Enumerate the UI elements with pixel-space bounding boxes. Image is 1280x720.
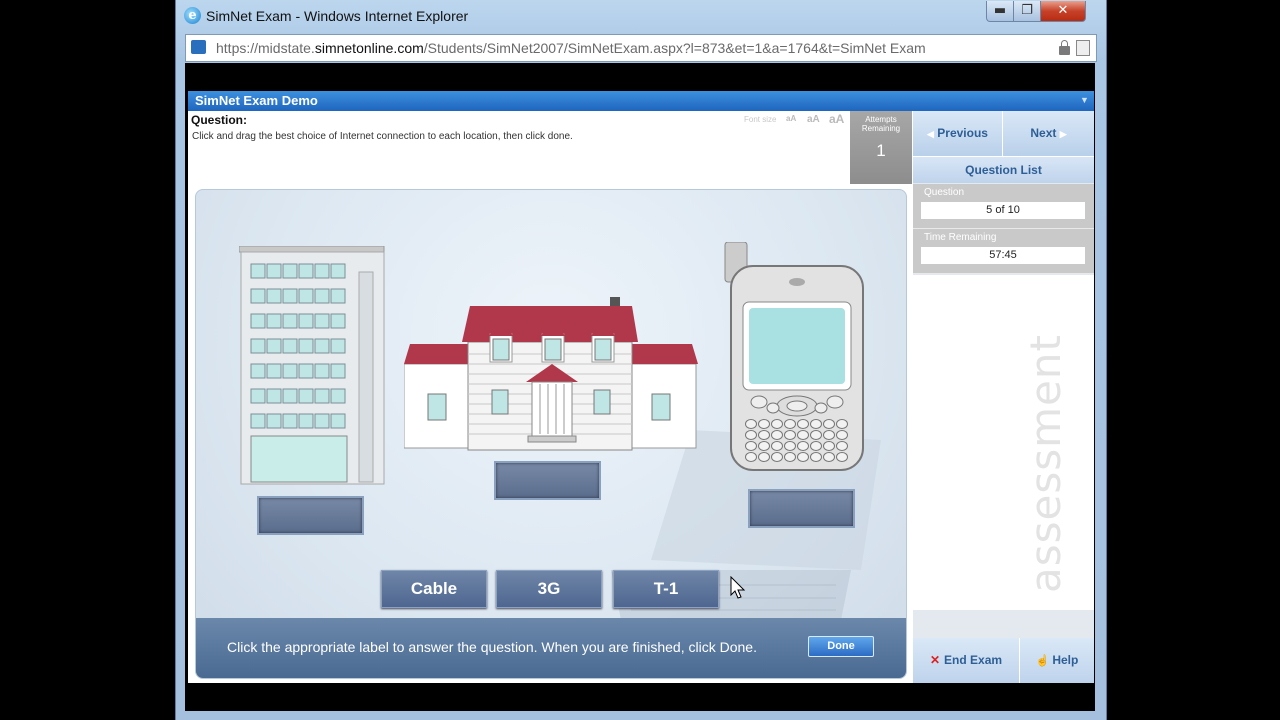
browser-window: e SimNet Exam - Windows Internet Explore… xyxy=(175,0,1107,720)
arrow-right-icon: ▶ xyxy=(1059,129,1067,139)
ie-icon: e xyxy=(184,7,201,24)
page-content: SimNet Exam Demo ▼ Question: Click and d… xyxy=(185,63,1095,711)
address-bar[interactable]: https://midstate.simnetonline.com/Studen… xyxy=(185,34,1097,62)
drop-zone-phone[interactable] xyxy=(748,489,855,528)
previous-button[interactable]: ◀ Previous xyxy=(913,111,1003,156)
minimize-button[interactable]: ▬ xyxy=(986,1,1014,22)
question-panel: Question: Click and drag the best choice… xyxy=(188,111,850,184)
time-remaining-info: Time Remaining 57:45 xyxy=(913,229,1094,274)
end-exam-button[interactable]: ✕ End Exam xyxy=(913,638,1020,683)
label-t1[interactable]: T-1 xyxy=(613,570,719,608)
help-label: Help xyxy=(1052,653,1079,667)
end-exam-label: End Exam xyxy=(944,653,1003,667)
help-icon: ☝ xyxy=(1035,655,1050,667)
question-label: Question: xyxy=(191,113,247,127)
sidebar: ◀ Previous Next ▶ Question List Question… xyxy=(913,111,1094,683)
next-button[interactable]: Next ▶ xyxy=(1003,111,1094,156)
done-button[interactable]: Done xyxy=(808,636,874,657)
close-x-icon: ✕ xyxy=(929,653,941,667)
time-remaining-value: 57:45 xyxy=(921,247,1085,264)
maximize-button[interactable]: ❐ xyxy=(1013,1,1041,22)
arrow-left-icon: ◀ xyxy=(927,129,934,139)
help-button[interactable]: ☝ Help xyxy=(1020,638,1094,683)
url-text[interactable]: https://midstate.simnetonline.com/Studen… xyxy=(216,40,926,56)
question-info-value: 5 of 10 xyxy=(921,202,1085,219)
app-title: SimNet Exam Demo xyxy=(195,93,318,108)
simnet-app: SimNet Exam Demo ▼ Question: Click and d… xyxy=(188,91,1094,683)
attempts-box: Attempts Remaining 1 xyxy=(850,111,912,184)
chevron-down-icon[interactable]: ▼ xyxy=(1078,94,1091,107)
font-size-label: Font size xyxy=(744,115,777,124)
simulation-area: Cable 3G T-1 Click the appropriate label… xyxy=(195,189,907,679)
font-size-small[interactable]: aA xyxy=(786,114,796,123)
question-info: Question 5 of 10 xyxy=(913,184,1094,229)
next-label: Next xyxy=(1030,126,1057,140)
font-size-medium[interactable]: aA xyxy=(807,114,820,125)
close-button[interactable]: ✕ xyxy=(1040,1,1086,22)
question-info-label: Question xyxy=(924,187,965,198)
instruction-bar: Click the appropriate label to answer th… xyxy=(196,618,906,678)
attempts-value: 1 xyxy=(876,141,886,160)
drop-zone-building[interactable] xyxy=(257,496,364,535)
house-icon xyxy=(404,297,698,451)
office-building-icon xyxy=(239,246,385,485)
drop-zone-house[interactable] xyxy=(494,461,601,500)
sidebar-blank: assessment xyxy=(913,275,1094,610)
attempts-label: Attempts Remaining xyxy=(861,115,901,133)
sidebar-footer: ✕ End Exam ☝ Help xyxy=(913,638,1094,683)
label-3g[interactable]: 3G xyxy=(496,570,602,608)
cursor-icon xyxy=(730,576,746,599)
font-size-large[interactable]: aA xyxy=(829,112,844,126)
label-cable[interactable]: Cable xyxy=(381,570,487,608)
question-list-button[interactable]: Question List xyxy=(913,156,1094,183)
site-icon xyxy=(191,40,206,54)
compat-icon[interactable] xyxy=(1076,40,1090,56)
app-header: SimNet Exam Demo ▼ xyxy=(188,91,1094,111)
title-bar: e SimNet Exam - Windows Internet Explore… xyxy=(176,0,1106,32)
smartphone-icon xyxy=(724,242,864,471)
previous-label: Previous xyxy=(937,126,988,140)
time-remaining-label: Time Remaining xyxy=(924,232,997,243)
instruction-text: Click the appropriate label to answer th… xyxy=(227,639,757,655)
window-title: SimNet Exam - Windows Internet Explorer xyxy=(206,8,469,24)
question-text: Click and drag the best choice of Intern… xyxy=(192,131,573,142)
assessment-watermark: assessment xyxy=(1021,334,1070,593)
lock-icon[interactable] xyxy=(1059,40,1070,55)
